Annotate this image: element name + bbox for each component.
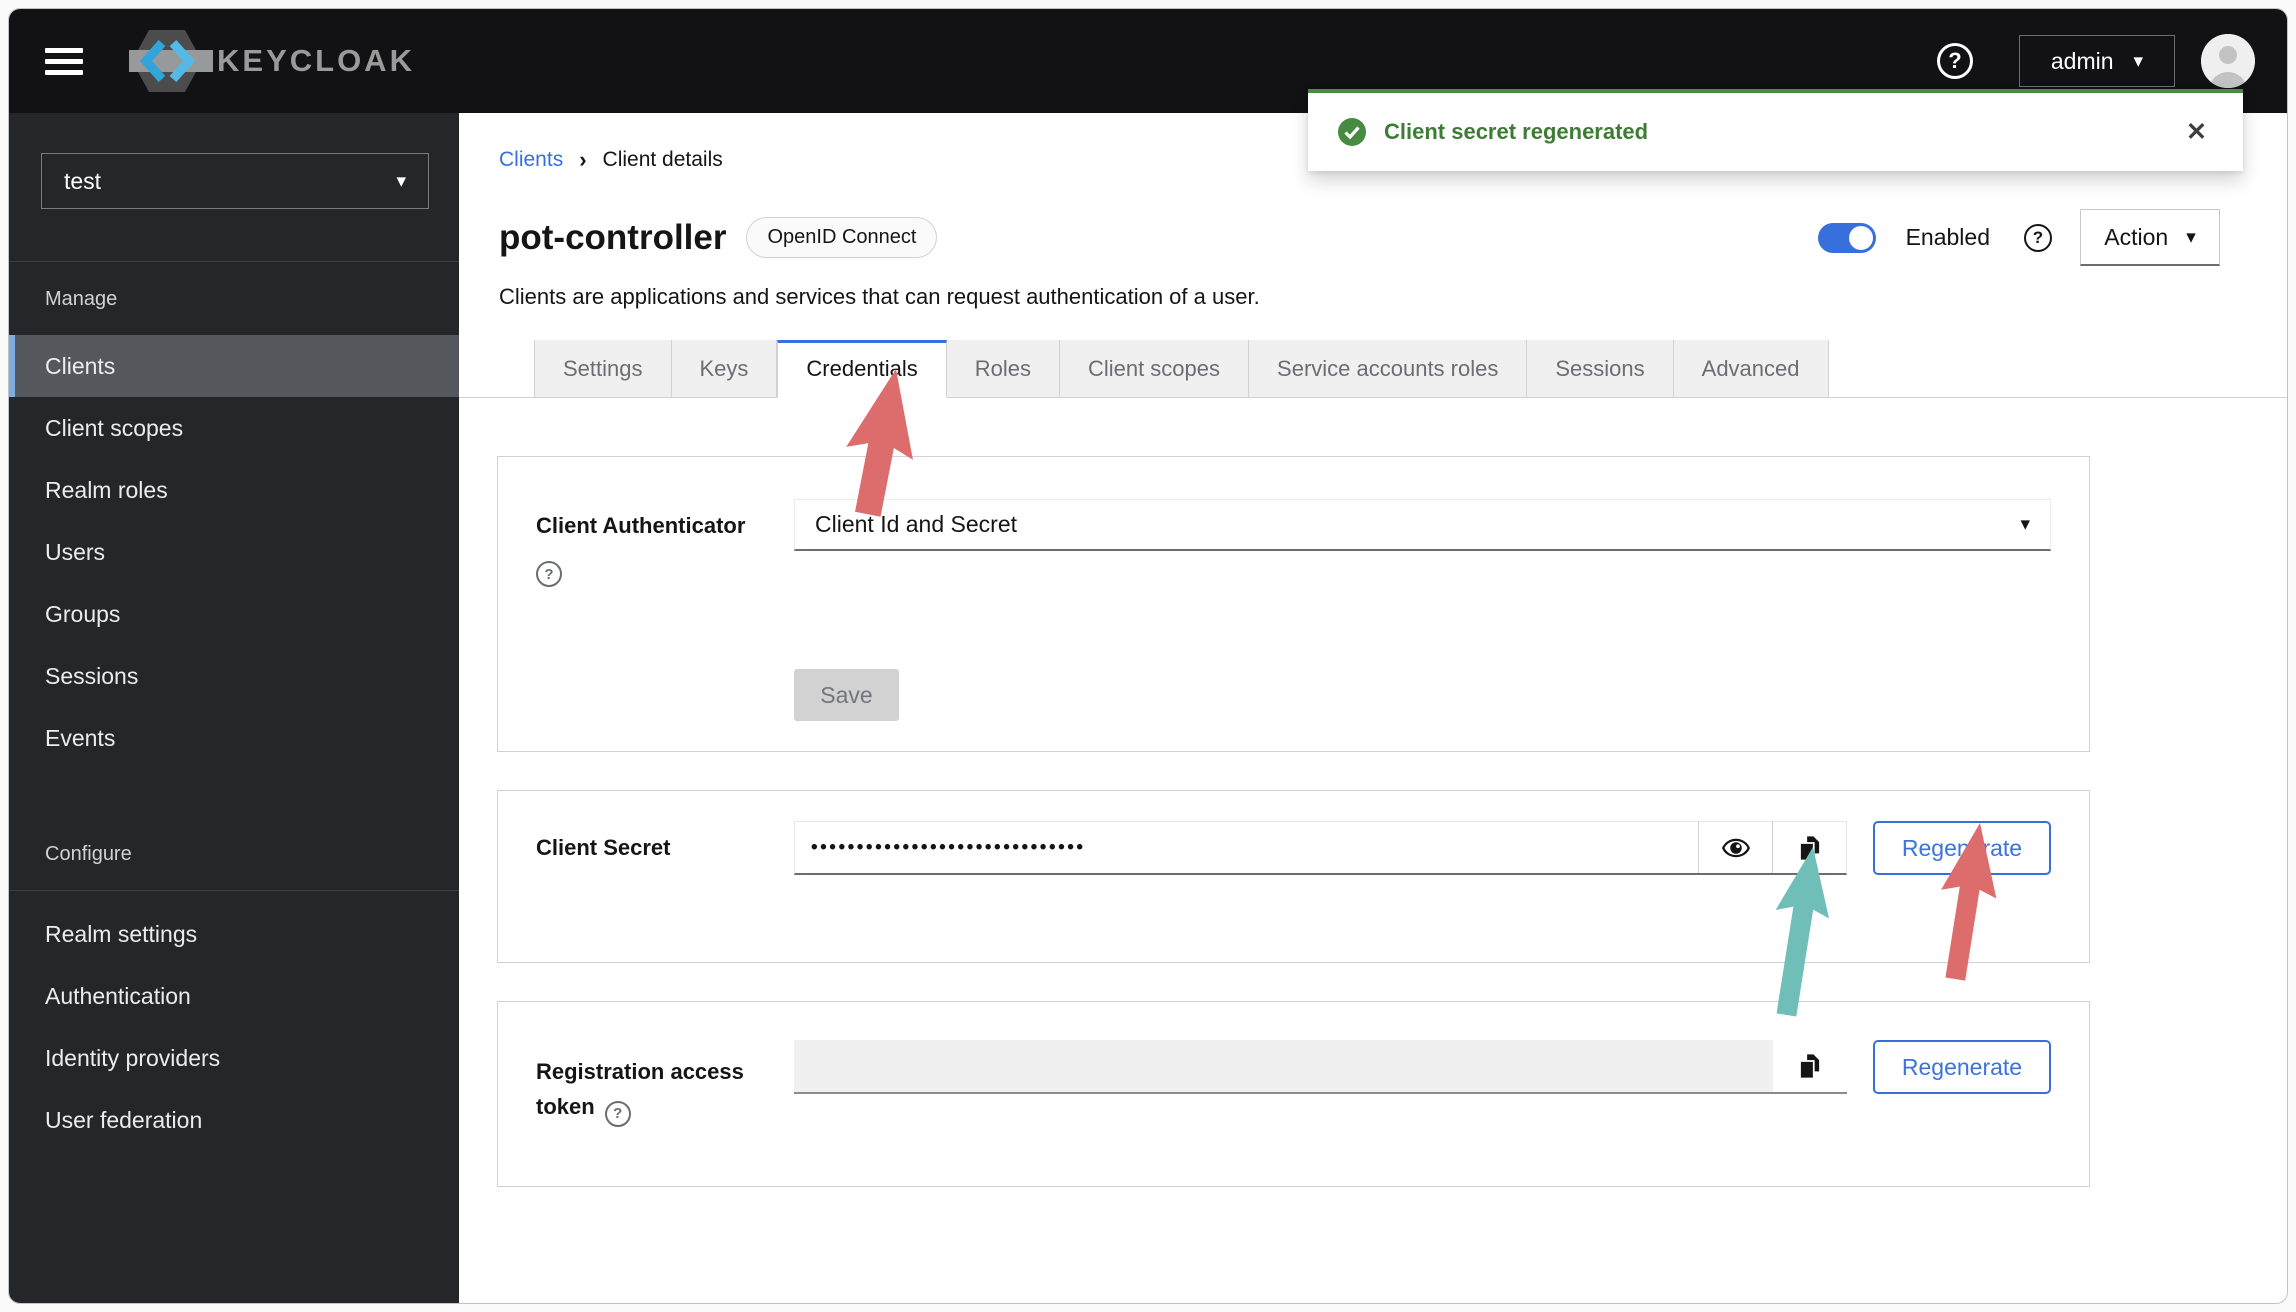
copy-secret-button[interactable] (1772, 822, 1846, 873)
question-circle-icon[interactable]: ? (536, 561, 562, 587)
action-dropdown[interactable]: Action ▾ (2080, 209, 2220, 266)
menu-icon[interactable] (45, 42, 83, 81)
avatar[interactable] (2201, 34, 2255, 88)
toggle-knob (1848, 225, 1873, 250)
registration-token-card: Registration access token? Regenerate (497, 1001, 2090, 1188)
caret-down-icon: ▾ (396, 170, 406, 192)
sidebar-item-authentication[interactable]: Authentication (9, 965, 459, 1027)
sidebar-item-identity-providers[interactable]: Identity providers (9, 1027, 459, 1089)
copy-token-button[interactable] (1773, 1040, 1847, 1092)
tab-credentials[interactable]: Credentials (777, 340, 947, 398)
client-authenticator-select[interactable]: Client Id and Secret ▾ (794, 499, 2051, 551)
tab-roles[interactable]: Roles (946, 340, 1060, 397)
brand-name: KEYCLOAK (217, 43, 415, 78)
copy-icon (1798, 834, 1821, 861)
sidebar-item-users[interactable]: Users (9, 521, 459, 583)
regenerate-token-button[interactable]: Regenerate (1873, 1040, 2051, 1094)
page-title: pot-controller (499, 217, 727, 257)
breadcrumb-separator-icon: › (579, 147, 587, 172)
registration-token-label: Registration access token (536, 1059, 744, 1120)
sidebar-nav-configure: Realm settings Authentication Identity p… (9, 891, 459, 1151)
sidebar: test ▾ Manage Clients Client scopes Real… (9, 113, 459, 1303)
page-header: pot-controller OpenID Connect Enabled ? … (499, 209, 2220, 266)
toast-message: Client secret regenerated (1384, 119, 1649, 144)
tab-sessions[interactable]: Sessions (1527, 340, 1674, 397)
check-circle-icon (1338, 118, 1366, 146)
save-button[interactable]: Save (794, 669, 899, 721)
caret-down-icon: ▾ (2020, 514, 2030, 535)
eye-icon (1721, 838, 1750, 857)
question-circle-icon[interactable]: ? (2024, 223, 2052, 252)
user-avatar-icon (2201, 34, 2255, 88)
enabled-label: Enabled (1905, 224, 1990, 250)
sidebar-item-user-federation[interactable]: User federation (9, 1089, 459, 1151)
client-authenticator-label: Client Authenticator (536, 513, 746, 538)
username: admin (2050, 47, 2114, 74)
client-secret-card: Client Secret ••••••••••••••••••••••••••… (497, 790, 2090, 963)
sidebar-section-manage: Manage (45, 288, 118, 310)
show-secret-button[interactable] (1698, 822, 1772, 873)
regenerate-secret-button[interactable]: Regenerate (1873, 821, 2051, 875)
realm-select[interactable]: test ▾ (41, 153, 429, 209)
copy-icon (1799, 1052, 1821, 1080)
sidebar-item-realm-settings[interactable]: Realm settings (9, 903, 459, 965)
action-dropdown-label: Action (2104, 223, 2169, 250)
user-menu[interactable]: admin ▾ (2019, 35, 2175, 87)
page-description: Clients are applications and services th… (499, 284, 1260, 309)
tab-service-accounts-roles[interactable]: Service accounts roles (1249, 340, 1528, 397)
tab-bar: Settings Keys Credentials Roles Client s… (459, 340, 2287, 398)
caret-down-icon: ▾ (2186, 226, 2196, 248)
keycloak-logo-icon (129, 30, 213, 92)
tab-advanced[interactable]: Advanced (1673, 340, 1829, 397)
enabled-toggle[interactable] (1817, 222, 1876, 253)
sidebar-item-events[interactable]: Events (9, 707, 459, 769)
breadcrumb-clients-link[interactable]: Clients (499, 148, 563, 172)
sidebar-item-sessions[interactable]: Sessions (9, 645, 459, 707)
sidebar-item-groups[interactable]: Groups (9, 583, 459, 645)
tab-settings[interactable]: Settings (534, 340, 672, 397)
client-authenticator-card: Client Authenticator ? Client Id and Sec… (497, 456, 2090, 752)
close-icon[interactable]: ✕ (2180, 116, 2213, 148)
caret-down-icon: ▾ (2133, 50, 2144, 72)
page-header-controls: Enabled ? Action ▾ (1817, 209, 2220, 266)
sidebar-nav-manage: Clients Client scopes Realm roles Users … (9, 335, 459, 769)
registration-token-input-group (794, 1040, 1847, 1094)
client-secret-input[interactable]: •••••••••••••••••••••••••••••• (795, 822, 1698, 873)
sidebar-item-realm-roles[interactable]: Realm roles (9, 459, 459, 521)
main-content: Clients › Client details pot-controller … (459, 113, 2287, 1303)
client-authenticator-label-block: Client Authenticator ? (536, 499, 794, 587)
realm-select-value: test (64, 167, 102, 194)
sidebar-item-client-scopes[interactable]: Client scopes (9, 397, 459, 459)
registration-token-label-block: Registration access token? (536, 1040, 794, 1128)
breadcrumb-current: Client details (602, 148, 723, 171)
help-icon[interactable]: ? (1937, 43, 1973, 79)
tab-keys[interactable]: Keys (671, 340, 778, 397)
keycloak-logo: KEYCLOAK (129, 29, 415, 93)
question-circle-icon[interactable]: ? (604, 1101, 631, 1128)
top-bar-right: ? admin ▾ (1937, 34, 2255, 88)
client-secret-label: Client Secret (536, 835, 671, 860)
app-window: KEYCLOAK ? admin ▾ test ▾ Manage Clients… (8, 8, 2288, 1304)
success-toast: Client secret regenerated ✕ (1308, 89, 2243, 171)
client-secret-input-group: •••••••••••••••••••••••••••••• (794, 821, 1847, 875)
client-authenticator-value: Client Id and Secret (815, 511, 1018, 537)
registration-token-input[interactable] (794, 1040, 1773, 1092)
protocol-badge: OpenID Connect (746, 217, 938, 258)
sidebar-section-configure: Configure (45, 843, 132, 865)
tab-client-scopes[interactable]: Client scopes (1059, 340, 1250, 397)
sidebar-item-clients[interactable]: Clients (9, 335, 459, 397)
